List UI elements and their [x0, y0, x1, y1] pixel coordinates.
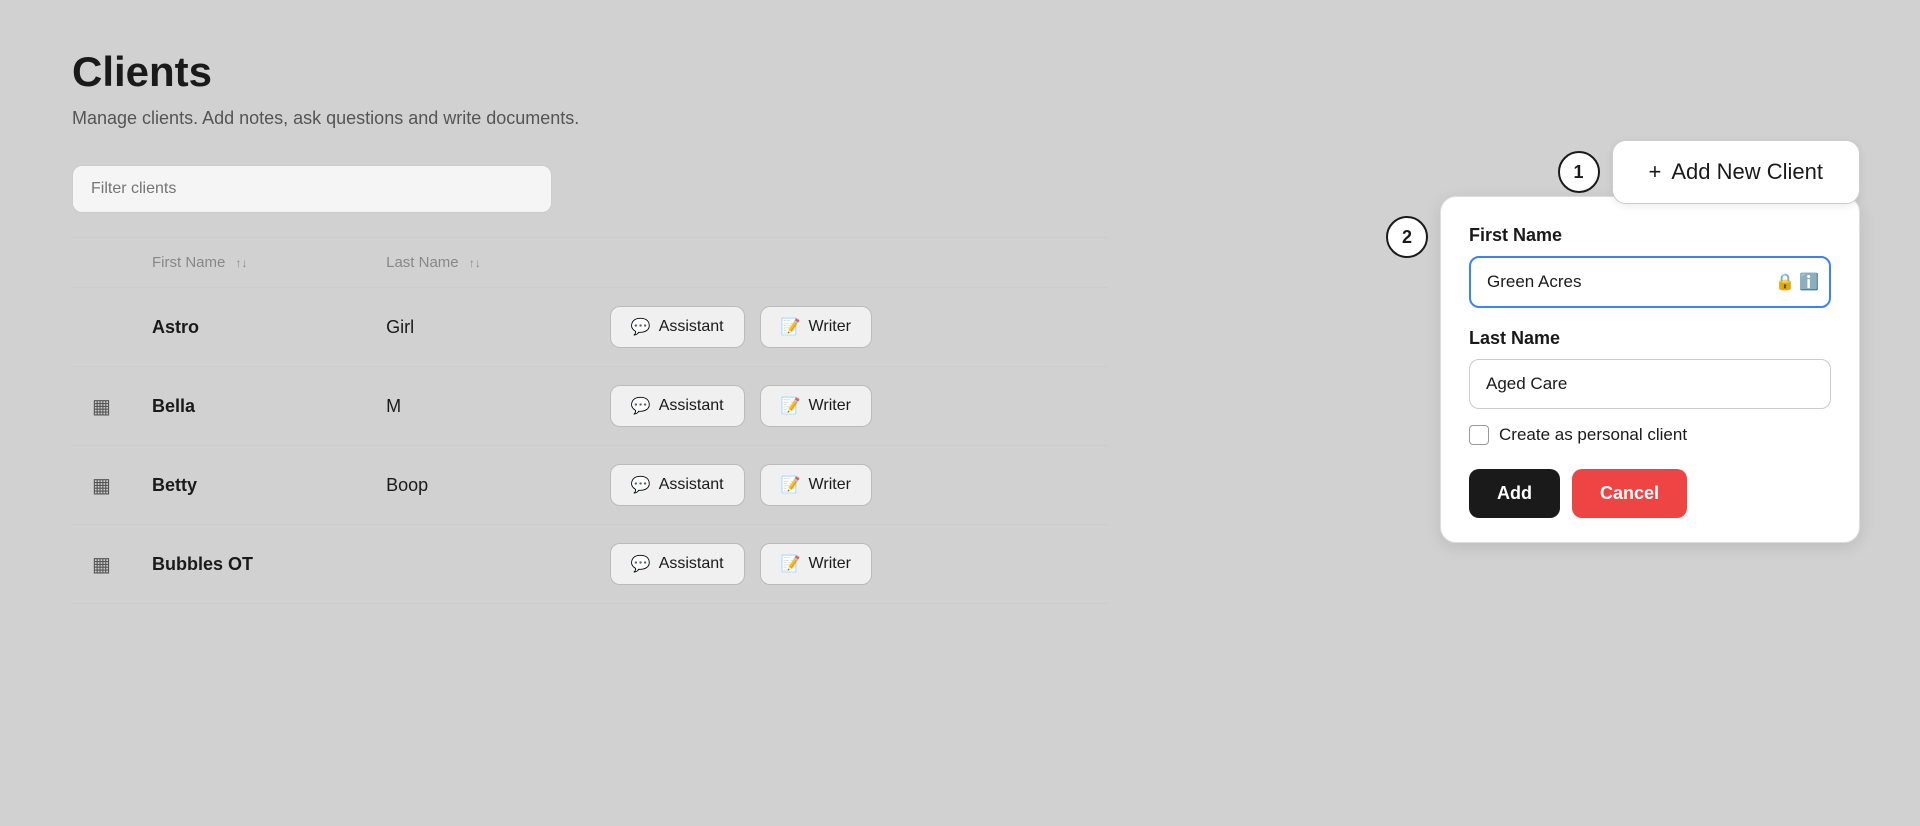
assistant-button[interactable]: 💬 Assistant [610, 543, 745, 585]
cancel-button[interactable]: Cancel [1572, 469, 1687, 518]
info-icon: ℹ️ [1799, 272, 1819, 292]
writer-icon: 📝 [781, 554, 801, 574]
personal-client-label: Create as personal client [1499, 425, 1687, 445]
writer-button[interactable]: 📝 Writer [760, 543, 872, 585]
assistant-button[interactable]: 💬 Assistant [610, 464, 745, 506]
page-title: Clients [72, 48, 1108, 96]
client-last-name [366, 525, 590, 604]
writer-icon: 📝 [781, 475, 801, 495]
table-row: ▦ Betty Boop 💬 Assistant 📝 Writer [72, 446, 1108, 525]
assistant-icon: 💬 [631, 475, 651, 495]
step2-badge: 2 [1386, 216, 1428, 258]
row-icon-cell: ▦ [72, 525, 132, 604]
personal-client-row: Create as personal client [1469, 425, 1831, 445]
writer-icon: 📝 [781, 317, 801, 337]
step1-badge: 1 [1558, 151, 1600, 193]
assistant-icon: 💬 [631, 317, 651, 337]
add-client-form: First Name 🔒 ℹ️ Last Name Create as pers… [1440, 196, 1860, 543]
col-actions-header [590, 238, 1108, 288]
writer-icon: 📝 [781, 396, 801, 416]
last-name-input[interactable] [1469, 359, 1831, 409]
assistant-icon: 💬 [631, 554, 651, 574]
writer-button[interactable]: 📝 Writer [760, 464, 872, 506]
add-button[interactable]: Add [1469, 469, 1560, 518]
client-first-name: Astro [132, 288, 366, 367]
input-icons: 🔒 ℹ️ [1775, 272, 1819, 292]
col-icon-header [72, 238, 132, 288]
add-new-client-button[interactable]: + Add New Client [1612, 140, 1861, 204]
row-actions: 💬 Assistant 📝 Writer [590, 446, 1108, 525]
add-client-label: Add New Client [1671, 159, 1823, 185]
client-type-icon: ▦ [92, 396, 111, 418]
row-actions: 💬 Assistant 📝 Writer [590, 367, 1108, 446]
assistant-button[interactable]: 💬 Assistant [610, 385, 745, 427]
client-first-name: Bella [132, 367, 366, 446]
page-subtitle: Manage clients. Add notes, ask questions… [72, 108, 1108, 129]
first-name-field-wrapper: 🔒 ℹ️ [1469, 256, 1831, 308]
client-first-name: Betty [132, 446, 366, 525]
table-row: ▦ Bella M 💬 Assistant 📝 Writer [72, 367, 1108, 446]
overlay-area: 1 + Add New Client 2 First Name 🔒 ℹ️ Las… [1386, 140, 1860, 543]
client-last-name: M [366, 367, 590, 446]
plus-icon: + [1649, 159, 1662, 185]
table-row: Astro Girl 💬 Assistant 📝 Writer [72, 288, 1108, 367]
col-last-name-header[interactable]: Last Name ↑↓ [366, 238, 590, 288]
client-type-icon: ▦ [92, 554, 111, 576]
step1-row: 1 + Add New Client [1558, 140, 1861, 204]
client-type-icon: ▦ [92, 475, 111, 497]
client-last-name: Girl [366, 288, 590, 367]
last-name-label: Last Name [1469, 328, 1831, 349]
sort-last-name-icon[interactable]: ↑↓ [469, 256, 481, 270]
sort-first-name-icon[interactable]: ↑↓ [236, 256, 248, 270]
assistant-button[interactable]: 💬 Assistant [610, 306, 745, 348]
col-first-name-header[interactable]: First Name ↑↓ [132, 238, 366, 288]
filter-clients-input[interactable] [72, 165, 552, 213]
row-icon-cell [72, 288, 132, 367]
row-actions: 💬 Assistant 📝 Writer [590, 288, 1108, 367]
assistant-icon: 💬 [631, 396, 651, 416]
table-row: ▦ Bubbles OT 💬 Assistant 📝 Writer [72, 525, 1108, 604]
first-name-label: First Name [1469, 225, 1831, 246]
row-icon-cell: ▦ [72, 446, 132, 525]
clients-table: First Name ↑↓ Last Name ↑↓ Astro Girl 💬 [72, 237, 1108, 604]
row-icon-cell: ▦ [72, 367, 132, 446]
writer-button[interactable]: 📝 Writer [760, 385, 872, 427]
row-actions: 💬 Assistant 📝 Writer [590, 525, 1108, 604]
form-actions: Add Cancel [1469, 469, 1831, 518]
client-last-name: Boop [366, 446, 590, 525]
personal-client-checkbox[interactable] [1469, 425, 1489, 445]
client-first-name: Bubbles OT [132, 525, 366, 604]
writer-button[interactable]: 📝 Writer [760, 306, 872, 348]
step2-row: 2 First Name 🔒 ℹ️ Last Name Create as pe… [1386, 196, 1860, 543]
lock-icon: 🔒 [1775, 272, 1795, 292]
